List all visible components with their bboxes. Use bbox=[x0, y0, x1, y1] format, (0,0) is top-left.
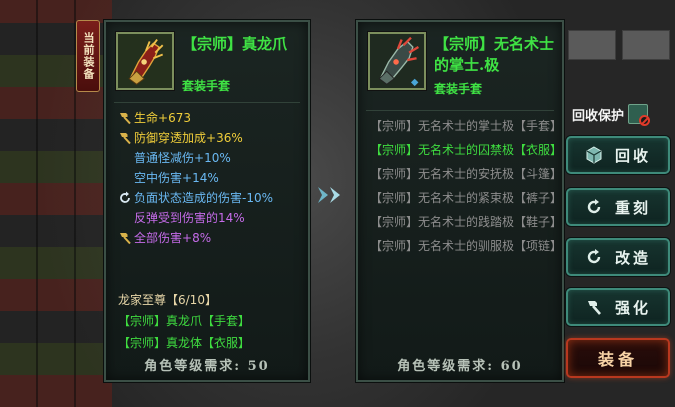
level-requirement-value: 60 bbox=[500, 359, 523, 374]
equipped-item-grade: 【宗师】 bbox=[182, 35, 243, 53]
level-requirement-label: 角色等级需求: bbox=[397, 359, 495, 374]
compare-arrow-icon bbox=[318, 187, 340, 203]
hammer-icon bbox=[587, 301, 601, 315]
divider bbox=[366, 110, 554, 111]
stat-label: 空中伤害 bbox=[134, 171, 183, 185]
stat-label: 生命 bbox=[134, 111, 159, 125]
stat-row: 防御穿透加成 +36% bbox=[118, 128, 308, 148]
compare-set-list: 【宗师】无名术士的掌士极【手套】 【宗师】无名术士的囚禁极【衣服】 【宗师】无名术士… bbox=[370, 114, 560, 354]
level-requirement: 角色等级需求: 60 bbox=[358, 355, 562, 374]
background-tab bbox=[622, 30, 670, 60]
set-entry: 【宗师】无名术士的掌士极【手套】 bbox=[370, 119, 560, 133]
compare-item-grade: 【宗师】 bbox=[434, 35, 495, 53]
refresh-icon bbox=[118, 191, 132, 205]
recycle-button-label: 回收 bbox=[614, 146, 651, 165]
set-item: 【宗师】真龙爪【手套】 bbox=[118, 314, 251, 328]
stat-label: 负面状态造成的伤害 bbox=[134, 191, 243, 205]
equipped-item-stats: 生命 +673 防御穿透加成 +36% 普通怪减伤 +10% 空中伤害 +14% 负面状态造成的… bbox=[118, 108, 308, 248]
recycle-protection-toggle[interactable] bbox=[628, 104, 651, 126]
stat-value: +14% bbox=[182, 171, 219, 185]
recycle-protection: 回收保护 bbox=[572, 104, 668, 126]
refresh-icon bbox=[587, 199, 601, 214]
stat-value: +36% bbox=[206, 131, 243, 145]
remake-button-label: 改造 bbox=[614, 248, 651, 267]
right-tabs-background bbox=[566, 30, 675, 60]
compare-item-type: 套装手套 bbox=[434, 82, 483, 96]
equipped-item-icon-slot[interactable] bbox=[116, 32, 174, 90]
set-entry: 【宗师】无名术士的囚禁极【衣服】 bbox=[370, 143, 560, 157]
level-requirement-label: 角色等级需求: bbox=[144, 359, 242, 374]
recycle-protection-label: 回收保护 bbox=[572, 108, 625, 124]
gauntlet-icon bbox=[118, 34, 172, 88]
reforge-button-label: 重刻 bbox=[614, 198, 651, 217]
stat-label: 全部伤害 bbox=[134, 231, 183, 245]
set-entry: 【宗师】无名术士的践踏极【鞋子】 bbox=[370, 215, 560, 229]
level-requirement: 角色等级需求: 50 bbox=[106, 355, 308, 374]
stat-row: 负面状态造成的伤害 -10% bbox=[118, 188, 308, 208]
refresh-icon bbox=[587, 249, 601, 264]
stat-value: 14% bbox=[218, 211, 245, 225]
stat-label: 防御穿透加成 bbox=[134, 131, 207, 145]
compare-item-panel: 【宗师】无名术士的掌士.极 套装手套 【宗师】无名术士的掌士极【手套】 【宗师】无… bbox=[356, 20, 564, 382]
divider bbox=[114, 102, 300, 103]
stat-value: -10% bbox=[242, 191, 274, 205]
equip-button-label: 装备 bbox=[597, 350, 638, 369]
stat-row: 反弹受到伤害的 14% bbox=[118, 208, 308, 228]
enhance-button[interactable]: 强化 bbox=[566, 288, 670, 326]
stat-label: 反弹受到伤害的 bbox=[134, 211, 219, 225]
cube-icon bbox=[586, 146, 602, 164]
hammer-icon bbox=[118, 231, 132, 245]
compare-item-name: 【宗师】无名术士的掌士.极 bbox=[434, 34, 558, 76]
stat-row: 全部伤害 +8% bbox=[118, 228, 308, 248]
gauntlet-icon bbox=[370, 34, 424, 88]
set-entry: 【宗师】无名术士的驯服极【项链】 bbox=[370, 239, 560, 253]
set-title: 龙家至尊【6/10】 bbox=[118, 293, 217, 307]
equipped-set-info: 龙家至尊【6/10】 【宗师】真龙爪【手套】 【宗师】真龙体【衣服】 bbox=[118, 290, 308, 354]
hammer-icon bbox=[118, 111, 132, 125]
reforge-button[interactable]: 重刻 bbox=[566, 188, 670, 226]
recycle-button[interactable]: 回收 bbox=[566, 136, 670, 174]
stat-value: +673 bbox=[158, 111, 191, 125]
background-tab bbox=[568, 30, 616, 60]
compare-item-icon-slot[interactable] bbox=[368, 32, 426, 90]
set-item: 【宗师】真龙体【衣服】 bbox=[118, 336, 251, 350]
no-entry-icon bbox=[639, 115, 651, 126]
stat-value: +8% bbox=[182, 231, 212, 245]
hammer-icon bbox=[118, 131, 132, 145]
equipped-item-type: 套装手套 bbox=[182, 79, 231, 93]
stat-row: 普通怪减伤 +10% bbox=[118, 148, 308, 168]
level-requirement-value: 50 bbox=[247, 359, 270, 374]
stat-label: 普通怪减伤 bbox=[134, 151, 195, 165]
stat-row: 生命 +673 bbox=[118, 108, 308, 128]
equipped-item-title: 真龙爪 bbox=[242, 35, 288, 53]
equip-button[interactable]: 装备 bbox=[566, 338, 670, 378]
stat-row: 空中伤害 +14% bbox=[118, 168, 308, 188]
equipped-item-name: 【宗师】真龙爪 bbox=[182, 34, 306, 55]
equipped-item-panel: 【宗师】真龙爪 套装手套 生命 +673 防御穿透加成 +36% 普通怪减伤 +10% 空中… bbox=[104, 20, 310, 382]
enhance-button-label: 强化 bbox=[614, 298, 651, 317]
stat-value: +10% bbox=[194, 151, 231, 165]
set-entry: 【宗师】无名术士的紧束极【裤子】 bbox=[370, 191, 560, 205]
set-entry: 【宗师】无名术士的安抚极【斗篷】 bbox=[370, 167, 560, 181]
remake-button[interactable]: 改造 bbox=[566, 238, 670, 276]
equipped-tag: 当前装备 bbox=[76, 20, 100, 92]
